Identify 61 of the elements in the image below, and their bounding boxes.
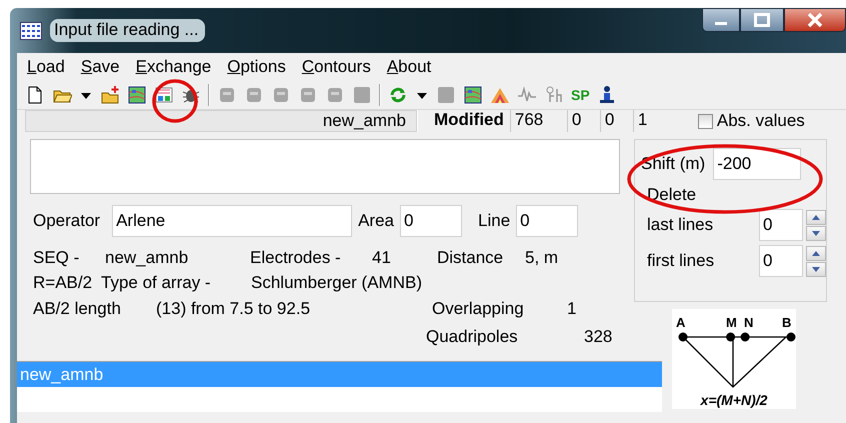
formula-text: x=(M+N)/2: [700, 392, 768, 408]
shift-field[interactable]: -200: [713, 148, 802, 180]
info-text: 5, m: [525, 248, 558, 268]
info-text: 1: [567, 299, 576, 319]
electrode-label: N: [744, 315, 754, 330]
info-text: AB/2 length: [33, 299, 121, 319]
info-text: SEQ -: [33, 248, 80, 268]
info-text: Quadripoles: [426, 327, 518, 347]
window-title: Input file reading ...: [50, 19, 205, 42]
operator-label: Operator: [33, 211, 100, 231]
annotation-ellipse: [151, 78, 199, 124]
delete-lines-label: last lines: [647, 215, 714, 235]
close-icon[interactable]: [807, 12, 823, 28]
menu-item[interactable]: Load: [27, 57, 65, 81]
menu-item[interactable]: Exchange: [136, 57, 212, 81]
abs-values-label: Abs. values: [716, 111, 805, 131]
info-text: 41: [372, 248, 391, 268]
status-field: 0: [600, 110, 633, 132]
delete-lines-label: first lines: [647, 251, 716, 271]
map-icon[interactable]: [463, 85, 483, 105]
menu-item[interactable]: Contours: [302, 57, 371, 81]
lines-field[interactable]: 0: [759, 245, 803, 277]
electrode-label: A: [676, 315, 686, 330]
info-text: (13) from 7.5 to 92.5: [156, 299, 310, 319]
operator-field[interactable]: Arlene: [112, 205, 352, 237]
spin-buttons[interactable]: [806, 246, 826, 276]
info-text: Overlapping: [432, 299, 524, 319]
menu-item[interactable]: About: [386, 57, 432, 81]
delete-label: Delete: [647, 185, 698, 205]
area-field[interactable]: 0: [400, 205, 462, 237]
lines-field[interactable]: 0: [759, 209, 803, 241]
info-text: Electrodes -: [250, 248, 341, 268]
status-field: 0: [566, 110, 600, 132]
minimize-button[interactable]: [702, 8, 740, 32]
refresh-icon[interactable]: [388, 85, 408, 105]
chart-icon[interactable]: [154, 85, 174, 105]
info-text: Schlumberger (AMNB): [251, 273, 422, 293]
area-label: Area: [358, 211, 394, 231]
info-text: 328: [584, 327, 612, 347]
info-text: Type of array -: [101, 273, 211, 293]
menu-item[interactable]: Save: [80, 57, 120, 81]
electrode-label: M: [726, 315, 737, 330]
abs-values-checkbox[interactable]: [698, 114, 713, 128]
info-text: R=AB/2: [33, 273, 92, 293]
info-text: new_amnb: [105, 248, 188, 268]
file-name: new_amnb: [25, 110, 417, 132]
line-field[interactable]: 0: [516, 205, 578, 237]
map-icon[interactable]: [127, 85, 147, 105]
status-field: 1: [632, 110, 690, 132]
modified-status: Modified: [417, 110, 510, 132]
comment-field[interactable]: [30, 139, 620, 194]
grid-icon: [20, 22, 42, 40]
close-button[interactable]: [784, 8, 846, 32]
line-label: Line: [478, 211, 510, 231]
status-field: 768: [510, 110, 567, 132]
folder-plus-icon[interactable]: [100, 85, 120, 105]
spin-buttons[interactable]: [806, 210, 826, 240]
menu-item[interactable]: Options: [227, 57, 286, 81]
maximize-button[interactable]: [740, 8, 784, 32]
electrode-label: B: [782, 315, 792, 330]
info-text: Distance: [437, 248, 504, 268]
